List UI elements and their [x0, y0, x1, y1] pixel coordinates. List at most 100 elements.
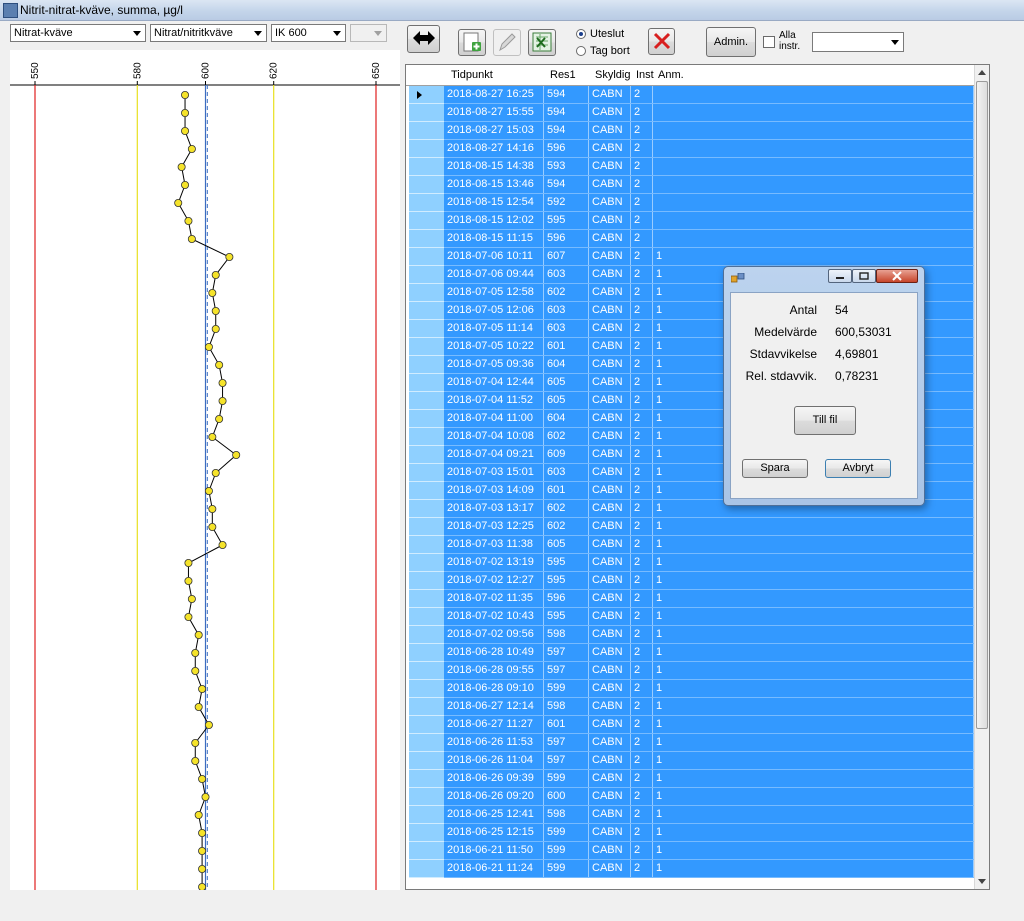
- row-selector[interactable]: [409, 284, 445, 302]
- table-cell[interactable]: 2: [631, 140, 653, 157]
- table-cell[interactable]: [653, 212, 974, 229]
- table-cell[interactable]: 596: [544, 140, 589, 157]
- table-cell[interactable]: 2: [631, 428, 653, 445]
- column-header-inst[interactable]: Inst: [636, 69, 654, 81]
- table-cell[interactable]: 2: [631, 446, 653, 463]
- save-button[interactable]: Spara: [742, 459, 808, 478]
- table-cell[interactable]: [653, 230, 974, 247]
- table-cell[interactable]: 2: [631, 608, 653, 625]
- row-selector[interactable]: [409, 194, 445, 212]
- table-cell[interactable]: 2018-08-27 15:55: [444, 104, 544, 121]
- table-cell[interactable]: 2018-06-27 11:27: [444, 716, 544, 733]
- table-cell[interactable]: CABN: [589, 500, 631, 517]
- table-row[interactable]: 2018-08-27 14:16 596 CABN 2: [406, 140, 974, 158]
- table-cell[interactable]: CABN: [589, 428, 631, 445]
- table-cell[interactable]: CABN: [589, 86, 631, 103]
- table-cell[interactable]: 605: [544, 536, 589, 553]
- scroll-up-icon[interactable]: [978, 70, 986, 75]
- table-row[interactable]: 2018-06-28 10:49 597 CABN 2 1: [406, 644, 974, 662]
- row-selector[interactable]: [409, 770, 445, 788]
- table-cell[interactable]: 602: [544, 284, 589, 301]
- column-header-res1[interactable]: Res1: [550, 69, 576, 81]
- table-cell[interactable]: 2018-06-28 09:10: [444, 680, 544, 697]
- to-file-button[interactable]: Till fil: [794, 406, 856, 435]
- row-selector[interactable]: [409, 608, 445, 626]
- row-selector[interactable]: [409, 842, 445, 860]
- table-cell[interactable]: 2: [631, 356, 653, 373]
- table-cell[interactable]: 2: [631, 212, 653, 229]
- table-cell[interactable]: 2: [631, 590, 653, 607]
- row-selector[interactable]: [409, 104, 445, 122]
- row-selector[interactable]: [409, 410, 445, 428]
- row-selector[interactable]: [409, 338, 445, 356]
- table-cell[interactable]: 600: [544, 788, 589, 805]
- table-cell[interactable]: CABN: [589, 644, 631, 661]
- table-cell[interactable]: 2018-07-03 14:09: [444, 482, 544, 499]
- table-row[interactable]: 2018-08-15 13:46 594 CABN 2: [406, 176, 974, 194]
- table-cell[interactable]: 2018-06-28 09:55: [444, 662, 544, 679]
- table-cell[interactable]: CABN: [589, 788, 631, 805]
- table-row[interactable]: 2018-08-27 15:03 594 CABN 2: [406, 122, 974, 140]
- table-cell[interactable]: 1: [653, 716, 974, 733]
- row-selector[interactable]: [409, 590, 445, 608]
- row-selector[interactable]: [409, 248, 445, 266]
- table-cell[interactable]: 604: [544, 356, 589, 373]
- table-row[interactable]: 2018-06-26 09:20 600 CABN 2 1: [406, 788, 974, 806]
- minimize-button[interactable]: [828, 269, 852, 283]
- table-cell[interactable]: 2018-07-02 09:56: [444, 626, 544, 643]
- radio-delete[interactable]: Tag bort: [576, 45, 630, 57]
- table-cell[interactable]: 592: [544, 194, 589, 211]
- table-cell[interactable]: [653, 104, 974, 121]
- row-selector[interactable]: [409, 230, 445, 248]
- row-selector[interactable]: [409, 374, 445, 392]
- table-cell[interactable]: 603: [544, 320, 589, 337]
- table-cell[interactable]: 2018-06-26 09:20: [444, 788, 544, 805]
- table-cell[interactable]: 594: [544, 122, 589, 139]
- table-row[interactable]: 2018-08-15 12:54 592 CABN 2: [406, 194, 974, 212]
- table-cell[interactable]: 2018-07-05 10:22: [444, 338, 544, 355]
- table-cell[interactable]: 2018-06-26 11:04: [444, 752, 544, 769]
- table-cell[interactable]: 2: [631, 302, 653, 319]
- table-cell[interactable]: CABN: [589, 338, 631, 355]
- table-cell[interactable]: [653, 140, 974, 157]
- row-selector[interactable]: [409, 680, 445, 698]
- admin-button[interactable]: Admin.: [706, 27, 756, 57]
- table-cell[interactable]: 2: [631, 698, 653, 715]
- table-cell[interactable]: 2: [631, 338, 653, 355]
- radio-exclude[interactable]: Uteslut: [576, 28, 624, 40]
- row-selector[interactable]: [409, 518, 445, 536]
- table-cell[interactable]: 2018-07-04 11:00: [444, 410, 544, 427]
- table-cell[interactable]: 2018-06-26 09:39: [444, 770, 544, 787]
- table-cell[interactable]: 2018-07-05 09:36: [444, 356, 544, 373]
- table-cell[interactable]: 2: [631, 500, 653, 517]
- table-cell[interactable]: 2: [631, 806, 653, 823]
- table-cell[interactable]: 2: [631, 644, 653, 661]
- table-cell[interactable]: 2: [631, 176, 653, 193]
- table-cell[interactable]: 2018-07-05 12:06: [444, 302, 544, 319]
- table-cell[interactable]: CABN: [589, 104, 631, 121]
- table-cell[interactable]: 2018-06-28 10:49: [444, 644, 544, 661]
- table-cell[interactable]: 2018-08-27 15:03: [444, 122, 544, 139]
- table-cell[interactable]: 2018-08-15 14:38: [444, 158, 544, 175]
- table-cell[interactable]: 602: [544, 518, 589, 535]
- row-selector[interactable]: [409, 86, 445, 104]
- table-cell[interactable]: CABN: [589, 356, 631, 373]
- table-cell[interactable]: 2018-07-04 09:21: [444, 446, 544, 463]
- table-cell[interactable]: 603: [544, 302, 589, 319]
- table-row[interactable]: 2018-06-28 09:55 597 CABN 2 1: [406, 662, 974, 680]
- toggle-width-button[interactable]: [407, 25, 440, 53]
- table-cell[interactable]: 595: [544, 608, 589, 625]
- table-cell[interactable]: 605: [544, 392, 589, 409]
- row-selector[interactable]: [409, 860, 445, 878]
- table-cell[interactable]: CABN: [589, 374, 631, 391]
- scrollbar-thumb[interactable]: [976, 81, 988, 729]
- table-cell[interactable]: 602: [544, 500, 589, 517]
- table-cell[interactable]: 2: [631, 680, 653, 697]
- table-cell[interactable]: 2018-06-25 12:41: [444, 806, 544, 823]
- table-cell[interactable]: 2: [631, 248, 653, 265]
- row-selector[interactable]: [409, 320, 445, 338]
- table-cell[interactable]: CABN: [589, 860, 631, 877]
- table-cell[interactable]: 597: [544, 662, 589, 679]
- table-row[interactable]: 2018-06-21 11:24 599 CABN 2 1: [406, 860, 974, 878]
- table-cell[interactable]: [653, 122, 974, 139]
